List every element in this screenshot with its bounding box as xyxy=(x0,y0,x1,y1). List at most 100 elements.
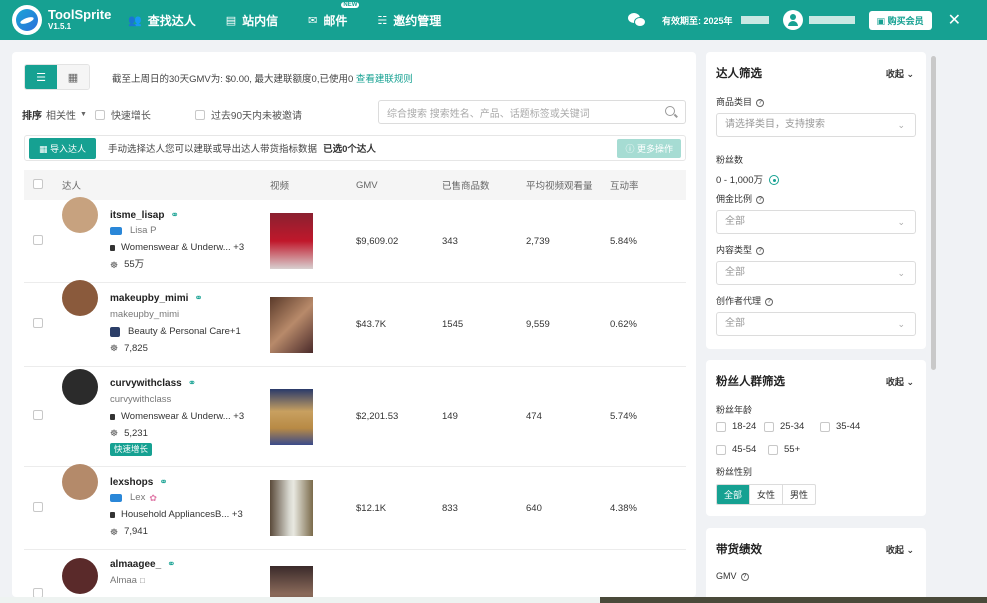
creator-handle[interactable]: curvywithclass xyxy=(110,379,182,389)
avatar[interactable] xyxy=(62,369,98,406)
sort-select[interactable]: 相关性 xyxy=(46,107,76,122)
view-rules-link[interactable]: 查看建联规则 xyxy=(356,74,413,85)
search-icon[interactable] xyxy=(665,106,675,116)
table-row[interactable]: makeupby_mimi ⚭ makeupby_mimi Beauty & Pe… xyxy=(24,280,686,367)
sold-value: 149 xyxy=(442,411,458,422)
unknown-glyph-icon: □ xyxy=(139,575,145,585)
wechat-icon[interactable] xyxy=(628,13,647,27)
link-icon[interactable]: ⚭ xyxy=(159,477,167,488)
confirm-icon[interactable] xyxy=(769,175,779,186)
nav-mail[interactable]: ✉ 邮件 NEW xyxy=(308,1,360,29)
help-icon[interactable]: ? xyxy=(765,297,774,306)
age-checkbox[interactable] xyxy=(768,444,778,455)
video-thumbnail[interactable] xyxy=(270,566,313,597)
age-checkbox[interactable] xyxy=(820,421,830,432)
commission-label-text: 佣金比例 xyxy=(716,194,753,204)
link-icon[interactable]: ⚭ xyxy=(170,210,178,221)
expire-label: 有效期至: 2025年 xyxy=(662,15,733,26)
perf-gmv-label: GMV? xyxy=(716,571,749,581)
help-icon[interactable]: ? xyxy=(740,572,749,581)
followers-icon: ☸ xyxy=(110,343,119,353)
fast-growth-badge: 快速增长 xyxy=(110,443,153,456)
video-thumbnail[interactable] xyxy=(270,296,313,353)
age-checkbox[interactable] xyxy=(764,421,774,432)
avatar[interactable] xyxy=(62,280,98,316)
collapse-button[interactable]: 收起 ⌄ xyxy=(886,543,914,556)
avatar[interactable] xyxy=(62,196,98,233)
col-engagement: 互动率 xyxy=(610,181,639,192)
age-option[interactable]: 25-34 xyxy=(764,421,804,432)
grid-view-icon[interactable]: ▦ xyxy=(57,65,89,89)
table-row[interactable]: almaagee_ ⚭ Almaa □ xyxy=(24,550,686,597)
row-checkbox[interactable] xyxy=(33,318,43,328)
age-option[interactable]: 35-44 xyxy=(820,421,860,432)
creator-handle[interactable]: makeupby_mimi xyxy=(110,294,188,304)
table-row[interactable]: curvywithclass ⚭ curvywithclass Womenswea… xyxy=(24,367,686,467)
age-checkbox[interactable] xyxy=(716,421,726,432)
help-icon[interactable]: ? xyxy=(756,195,765,204)
age-checkbox[interactable] xyxy=(716,444,726,455)
content-value: 全部 xyxy=(725,267,745,278)
agency-select[interactable]: 全部 ⌄ xyxy=(716,312,916,336)
link-icon[interactable]: ⚭ xyxy=(167,560,175,570)
mail-icon: ✉ xyxy=(308,14,318,27)
nav-invitations[interactable]: ☵ 邀约管理 xyxy=(377,12,441,29)
gender-male[interactable]: 男性 xyxy=(783,485,815,504)
commission-select[interactable]: 全部 ⌄ xyxy=(716,210,916,234)
row-checkbox[interactable] xyxy=(33,410,43,420)
user-avatar-icon[interactable] xyxy=(782,10,803,30)
link-icon[interactable]: ⚭ xyxy=(194,294,202,304)
audience-filter-card: 粉丝人群筛选 收起 ⌄ 粉丝年龄 18-24 25-34 35-44 45-54… xyxy=(706,360,926,516)
search-placeholder: 综合搜索 搜索姓名、产品、话题标签或关键词 xyxy=(387,108,590,120)
select-all-checkbox[interactable] xyxy=(33,178,43,189)
more-actions-button[interactable]: ⓘ 更多操作 xyxy=(617,139,681,158)
age-option[interactable]: 55+ xyxy=(768,444,800,455)
row-checkbox[interactable] xyxy=(33,588,43,597)
help-icon[interactable]: ? xyxy=(756,98,765,107)
close-icon[interactable]: ✕ xyxy=(948,10,961,30)
video-thumbnail[interactable] xyxy=(270,213,313,269)
avatar[interactable] xyxy=(62,463,98,500)
video-thumbnail[interactable] xyxy=(270,480,313,536)
users-icon: 👥 xyxy=(128,14,142,27)
sold-value: 833 xyxy=(442,502,458,514)
category-icon xyxy=(110,512,115,518)
gender-all[interactable]: 全部 xyxy=(717,485,751,504)
help-icon[interactable]: ? xyxy=(756,246,765,255)
buy-membership-button[interactable]: ▣ 购买会员 xyxy=(868,10,932,30)
collapse-label: 收起 xyxy=(885,69,904,79)
age-text: 25-34 xyxy=(780,421,805,432)
import-creators-button[interactable]: ▦ 导入达人 xyxy=(29,137,97,159)
nav-messages[interactable]: ▤ 站内信 xyxy=(226,12,278,29)
link-icon[interactable]: ⚭ xyxy=(188,379,196,389)
avatar[interactable] xyxy=(62,558,98,594)
sidebar-scrollbar[interactable] xyxy=(931,56,936,370)
nav-label: 站内信 xyxy=(242,13,279,28)
age-option[interactable]: 18-24 xyxy=(716,421,756,432)
creator-handle[interactable]: almaagee_ xyxy=(110,560,161,570)
row-checkbox[interactable] xyxy=(33,234,43,245)
content-type-select[interactable]: 全部 ⌄ xyxy=(716,261,916,285)
creator-handle[interactable]: lexshops xyxy=(110,477,153,488)
fast-growth-checkbox[interactable] xyxy=(94,109,105,120)
expire-date-redacted xyxy=(740,16,769,24)
collapse-button[interactable]: 收起 ⌄ xyxy=(886,375,914,388)
filter-sidebar: 达人筛选 收起 ⌄ 商品类目? 请选择类目，支持搜索 ⌄ 粉丝数 0 - 1,00… xyxy=(706,52,926,597)
gender-female[interactable]: 女性 xyxy=(750,485,784,504)
not-invited-checkbox[interactable] xyxy=(194,109,205,120)
creator-handle[interactable]: itsme_lisap xyxy=(110,210,164,221)
gmv-value: $9,609.02 xyxy=(356,235,399,247)
video-thumbnail[interactable] xyxy=(270,388,313,445)
fans-range[interactable]: 0 - 1,000万 xyxy=(716,172,779,186)
search-input[interactable]: 综合搜索 搜索姓名、产品、话题标签或关键词 xyxy=(378,100,686,124)
table-row[interactable]: lexshops ⚭ Lex ✿ Household AppliancesB... … xyxy=(24,463,686,550)
shop-icon xyxy=(110,227,122,235)
collapse-button[interactable]: 收起 ⌄ xyxy=(886,67,914,80)
age-option[interactable]: 45-54 xyxy=(716,444,756,455)
list-view-icon[interactable]: ☰ xyxy=(25,65,57,89)
age-text: 18-24 xyxy=(732,421,757,432)
nav-find-creators[interactable]: 👥 查找达人 xyxy=(128,12,196,29)
row-checkbox[interactable] xyxy=(33,501,43,512)
category-select[interactable]: 请选择类目，支持搜索 ⌄ xyxy=(716,113,916,137)
table-row[interactable]: itsme_lisap ⚭ Lisa P Womenswear & Underw.… xyxy=(24,196,686,283)
